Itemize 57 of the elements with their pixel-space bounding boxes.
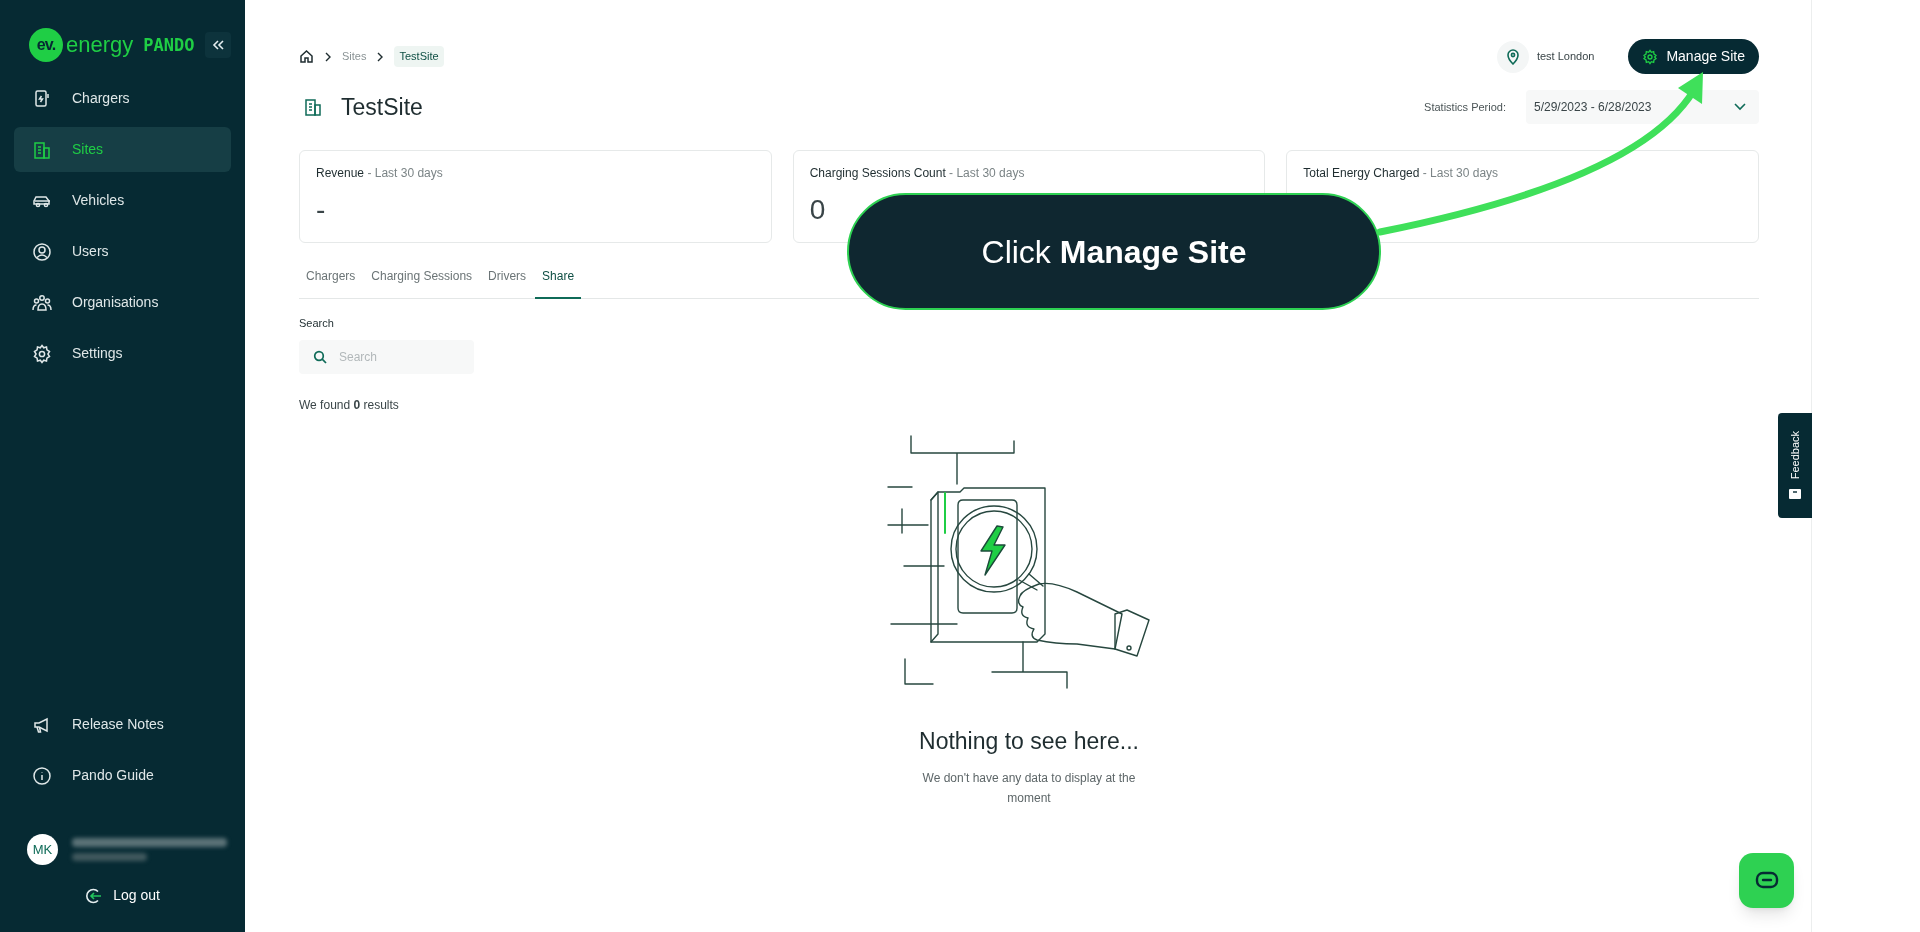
feedback-icon xyxy=(1788,487,1802,500)
collapse-sidebar-button[interactable] xyxy=(205,32,231,58)
building-icon xyxy=(32,139,52,160)
card-title: Charging Sessions Count xyxy=(809,165,946,182)
site-location: test London xyxy=(1536,49,1595,65)
search-icon xyxy=(313,349,327,364)
card-period: - Last 30 days xyxy=(366,165,443,182)
card-period: - Last 30 days xyxy=(948,165,1025,182)
empty-state-title: Nothing to see here... xyxy=(919,726,1139,756)
chevron-right-icon xyxy=(324,51,332,62)
search-field[interactable]: Search xyxy=(299,339,474,374)
info-icon xyxy=(32,765,52,786)
logout-icon xyxy=(85,886,104,905)
user-avatar[interactable]: MK xyxy=(27,834,58,865)
page-title: TestSite xyxy=(341,92,423,122)
sidebar-item[interactable]: Pando Guide xyxy=(14,753,231,798)
stat-value: - xyxy=(316,196,327,224)
chevron-right-icon xyxy=(376,51,385,62)
sidebar-item[interactable]: Sites xyxy=(14,127,231,172)
double-chevron-left-icon xyxy=(211,38,225,52)
logo-badge: ev. xyxy=(29,28,63,62)
chat-button[interactable] xyxy=(1739,853,1794,908)
home-icon[interactable] xyxy=(299,49,314,64)
tab[interactable]: Charging Sessions xyxy=(364,255,480,299)
feedback-tab[interactable]: Feedback xyxy=(1778,413,1812,518)
product-name: PANDO xyxy=(143,36,195,54)
sidebar-item[interactable]: Release Notes xyxy=(14,702,231,747)
tab[interactable]: Share xyxy=(535,255,582,299)
people-icon xyxy=(32,292,52,313)
stat-value: 0 xyxy=(809,196,827,224)
tab[interactable]: Drivers xyxy=(481,255,534,299)
sidebar-item[interactable]: Chargers xyxy=(14,76,231,121)
breadcrumb-link[interactable]: TestSite xyxy=(394,46,444,67)
charger-icon xyxy=(32,88,52,109)
callout-text: Click Manage Site xyxy=(981,232,1247,272)
sidebar-item[interactable]: Vehicles xyxy=(14,178,231,223)
statistics-period-label: Statistics Period: xyxy=(1424,99,1506,115)
empty-state-message: We don't have any data to display at the moment xyxy=(921,770,1137,807)
user-icon xyxy=(32,241,52,262)
logout-button[interactable]: Log out xyxy=(85,885,160,906)
card-period: - Last 30 days xyxy=(1421,165,1499,182)
search-label: Search xyxy=(299,316,335,331)
date-range-select[interactable]: 5/29/2023 - 6/28/2023 xyxy=(1526,90,1759,124)
card-title: Revenue xyxy=(316,165,365,182)
sidebar-item[interactable]: Users xyxy=(14,229,231,274)
sidebar-item[interactable]: Settings xyxy=(14,331,231,376)
settings-icon xyxy=(1642,48,1659,65)
chevron-down-icon xyxy=(1733,102,1747,112)
location-pin-icon xyxy=(1496,40,1529,73)
card-title: Total Energy Charged xyxy=(1303,165,1420,182)
tab[interactable]: Chargers xyxy=(299,255,363,299)
manage-site-button[interactable]: Manage Site xyxy=(1628,39,1759,74)
building-icon xyxy=(303,97,323,117)
results-count: We found 0 results xyxy=(299,396,400,414)
sidebar-item[interactable]: Organisations xyxy=(14,280,231,325)
logo-wordmark: energy xyxy=(66,34,134,56)
settings-icon xyxy=(32,343,52,364)
